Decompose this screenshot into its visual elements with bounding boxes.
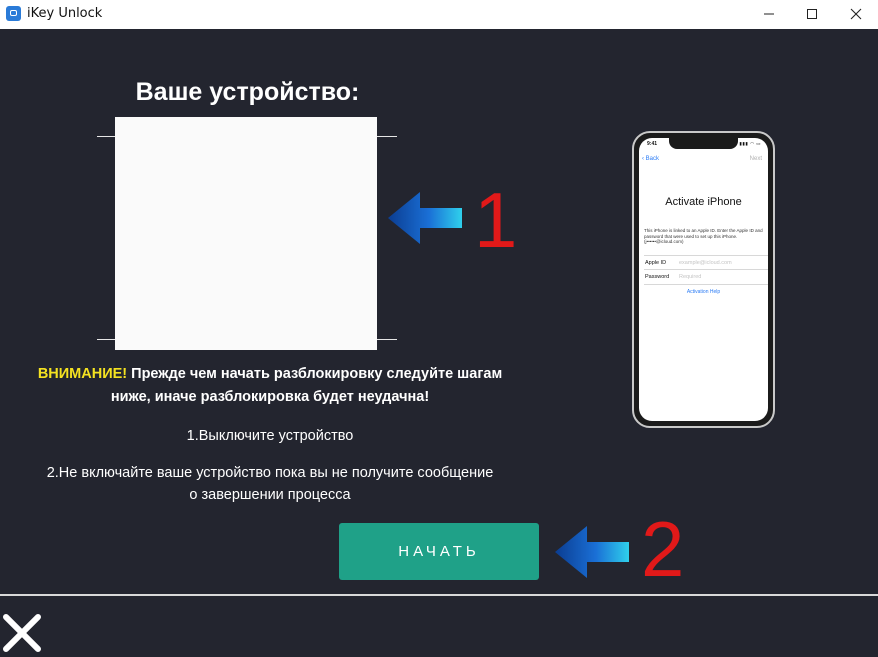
arrow-left-icon [388,192,462,244]
phone-back-link: ‹ Back [642,156,660,162]
lock-icon [6,6,21,21]
close-button[interactable] [833,0,878,29]
phone-notch [669,138,738,149]
title-bar: iKey Unlock [0,0,878,29]
window-title: iKey Unlock [27,6,103,21]
phone-password-placeholder: Required [679,274,702,280]
phone-apple-id-placeholder: example@icloud.com [679,260,732,266]
phone-status-icons: ▮▮▮ ◠ ▭ [739,141,761,146]
phone-password-label: Password [645,274,670,280]
phone-help-link: Activation Help [686,289,721,295]
phone-time: 9:41 [647,141,658,147]
close-x-icon[interactable] [2,613,42,653]
step-number-1: 1 [474,176,518,264]
footer-divider [0,594,878,596]
warning-text-line2: ниже, иначе разблокировка будет неудачна… [110,389,430,405]
phone-screen: 9:41 ▮▮▮ ◠ ▭ ‹ Back Next Activate iPhone… [639,138,768,421]
instruction-step-2-line2: о завершении процесса [189,487,351,503]
footer-bar [0,594,878,657]
maximize-icon [807,9,817,19]
main-panel: Ваше устройство: 1 ВНИМАНИЕ! Прежде чем … [0,29,878,594]
phone-next-link: Next [749,156,762,162]
warning-text-line1: Прежде чем начать разблокировку следуйте… [127,366,503,382]
phone-apple-id-label: Apple ID [645,260,667,266]
phone-description: This iPhone is linked to an Apple ID. En… [644,228,763,245]
close-icon [850,8,862,20]
device-image-placeholder [115,117,377,350]
page-title: Ваше устройство: [135,78,360,106]
arrow-left-icon [555,526,629,578]
start-button[interactable]: НАЧАТЬ [339,523,539,580]
warning-message: ВНИМАНИЕ! Прежде чем начать разблокировк… [0,363,540,409]
warning-label: ВНИМАНИЕ! [37,366,128,382]
phone-apple-id-row: Apple ID example@icloud.com [644,255,768,270]
instruction-step-2-line1: 2.Не включайте ваше устройство пока вы н… [46,465,494,481]
minimize-button[interactable] [746,0,792,29]
instruction-step-1: 1.Выключите устройство [186,428,354,444]
step-number-2: 2 [641,505,685,593]
phone-back-label: Back [645,156,660,162]
maximize-button[interactable] [789,0,835,29]
phone-illustration: 9:41 ▮▮▮ ◠ ▭ ‹ Back Next Activate iPhone… [632,131,775,428]
phone-password-row: Password Required [644,269,768,285]
instruction-step-2: 2.Не включайте ваше устройство пока вы н… [0,462,540,506]
phone-title: Activate iPhone [665,196,742,208]
minimize-icon [764,13,774,15]
